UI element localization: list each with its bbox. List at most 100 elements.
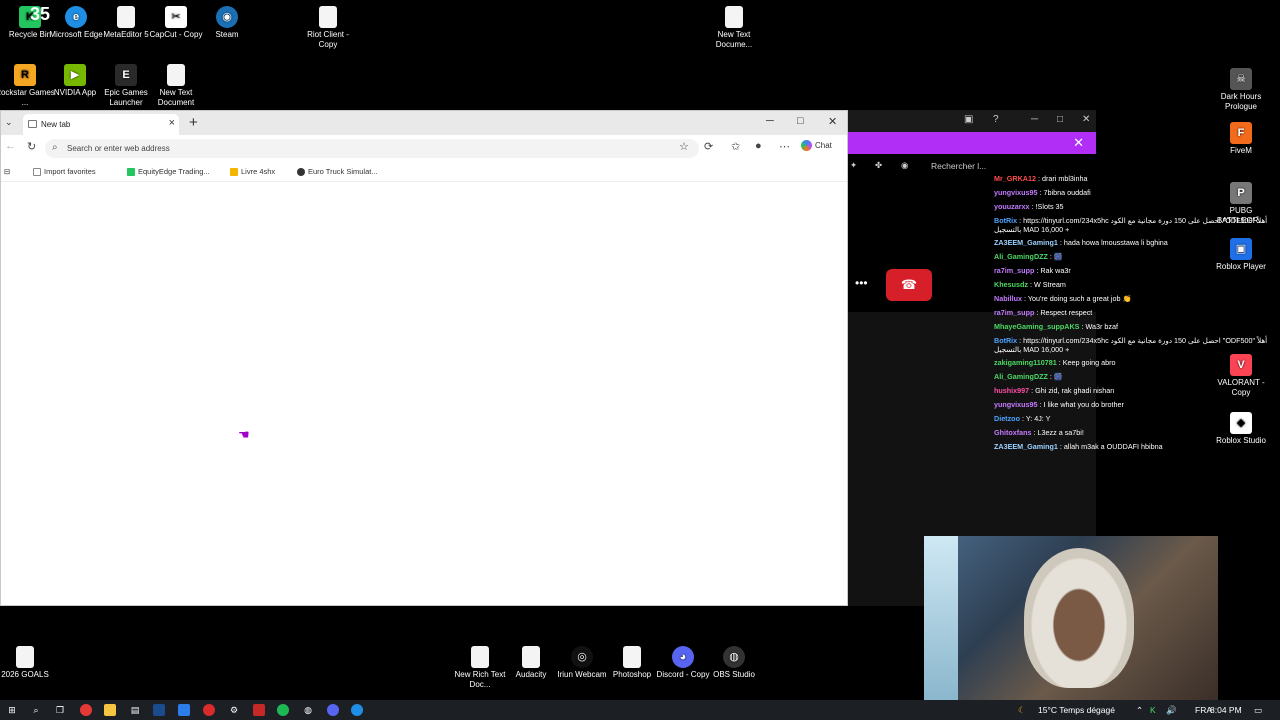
- clock[interactable]: 8:04 PM: [1210, 705, 1242, 715]
- chat-username[interactable]: Ali_GamingDZZ: [994, 372, 1048, 381]
- pin-icon[interactable]: ✦: [850, 160, 857, 171]
- tray-app-icon[interactable]: K: [1150, 705, 1156, 715]
- chrome-icon[interactable]: [80, 704, 92, 716]
- refresh-icon[interactable]: ↻: [27, 140, 36, 153]
- close-icon[interactable]: ✕: [1082, 114, 1090, 125]
- capcut-icon: ✂: [165, 6, 187, 28]
- chat-username[interactable]: zakigaming110781: [994, 358, 1057, 367]
- tab-new-tab[interactable]: New tab ×: [23, 114, 179, 135]
- new-tab-button[interactable]: +: [189, 114, 198, 131]
- close-tab-icon[interactable]: ×: [169, 117, 175, 129]
- maximize-button[interactable]: □: [797, 115, 804, 127]
- help-icon[interactable]: ?: [993, 114, 999, 125]
- chat-username[interactable]: yungvixus95: [994, 400, 1038, 409]
- address-input[interactable]: ⌕ Search or enter web address: [45, 139, 699, 158]
- end-call-button[interactable]: ☎: [886, 269, 932, 301]
- fav-import-favorites[interactable]: Import favorites: [33, 167, 96, 176]
- brave-icon[interactable]: [203, 704, 215, 716]
- tab-bar: ⌄ New tab × + ─ □ ✕: [1, 111, 847, 135]
- copilot-icon: [801, 140, 812, 151]
- chat-username[interactable]: Dietzoo: [994, 414, 1020, 423]
- maximize-icon[interactable]: □: [1057, 114, 1063, 125]
- desktop-icon-riot[interactable]: Riot Client - Copy: [298, 6, 358, 50]
- chat-username[interactable]: MhayeGaming_suppAKS: [994, 322, 1079, 331]
- chat-username[interactable]: youuzarxx: [994, 202, 1030, 211]
- close-window-button[interactable]: ✕: [828, 115, 837, 128]
- chat-username[interactable]: hushix997: [994, 386, 1029, 395]
- hang-up-icon: ☎: [900, 277, 918, 292]
- refresh-extension-icon[interactable]: ⟳: [704, 140, 713, 153]
- chat-username[interactable]: Mr_GRKA12: [994, 174, 1036, 183]
- spotify-icon[interactable]: [277, 704, 289, 716]
- desktop-icon-label: 2026 GOALS: [1, 670, 49, 679]
- desktop-icon-dark-hours[interactable]: ☠ Dark Hours Prologue: [1211, 68, 1271, 112]
- chat-username[interactable]: Ali_GamingDZZ: [994, 252, 1048, 261]
- chat-username[interactable]: BotRix: [994, 216, 1017, 225]
- chat-username[interactable]: Khesusdz: [994, 280, 1028, 289]
- desktop-icon-steam[interactable]: ◉ Steam: [197, 6, 257, 40]
- fav-euro-truck[interactable]: Euro Truck Simulat...: [297, 167, 378, 176]
- desktop-icon-2026-goals[interactable]: 2026 GOALS: [0, 646, 55, 680]
- chat-username[interactable]: ra7im_supp: [994, 266, 1034, 275]
- copilot-chat-button[interactable]: Chat: [801, 140, 832, 151]
- rockstar-icon: R: [14, 64, 36, 86]
- chat-text: 7bibna ouddafi: [1043, 188, 1091, 197]
- search-icon[interactable]: ⌕: [30, 704, 42, 716]
- settings-icon[interactable]: ⚙: [228, 704, 240, 716]
- chat-label: Chat: [815, 141, 832, 150]
- user-icon[interactable]: ◉: [901, 160, 908, 171]
- chat-username[interactable]: BotRix: [994, 336, 1017, 345]
- fav-livre[interactable]: Livre 4shx: [230, 167, 275, 176]
- desktop-icon-new-text-2[interactable]: New Text Document: [146, 64, 206, 108]
- app-red-icon[interactable]: [253, 704, 265, 716]
- chat-username[interactable]: yungvixus95: [994, 188, 1038, 197]
- weather-text[interactable]: 15°C Temps dégagé: [1038, 705, 1115, 715]
- obs-taskbar-icon[interactable]: ◍: [302, 704, 314, 716]
- page-content[interactable]: [1, 183, 847, 605]
- import-icon: [33, 167, 41, 176]
- chat-username[interactable]: Ghitoxfans: [994, 428, 1032, 437]
- tab-actions-chevron-icon[interactable]: ⌄: [5, 117, 13, 128]
- desktop-icon-label: OBS Studio: [713, 670, 755, 679]
- task-view-icon[interactable]: ❐: [54, 704, 66, 716]
- people-icon[interactable]: ✤: [875, 160, 882, 171]
- start-icon[interactable]: ⊞: [6, 704, 18, 716]
- desktop-icon-new-text[interactable]: New Text Docume...: [704, 6, 764, 50]
- chat-username[interactable]: ZA3EEM_Gaming1: [994, 238, 1058, 247]
- more-options-icon[interactable]: •••: [855, 276, 868, 290]
- close-banner-icon[interactable]: ✕: [1073, 135, 1084, 151]
- sidebar-toggle-icon[interactable]: ⊟: [4, 167, 10, 176]
- discord-taskbar-icon[interactable]: [327, 704, 339, 716]
- iriun-webcam-icon: ◎: [571, 646, 593, 668]
- file-explorer-icon[interactable]: [104, 704, 116, 716]
- volume-icon[interactable]: 🔊: [1166, 705, 1177, 716]
- desktop-icon-label: Steam: [215, 30, 239, 39]
- chat-username[interactable]: Nabillux: [994, 294, 1022, 303]
- profile-icon[interactable]: ●: [755, 140, 762, 152]
- desktop-icon-obs[interactable]: ◍ OBS Studio: [704, 646, 764, 680]
- more-menu-icon[interactable]: ⋯: [779, 140, 790, 153]
- favorites-icon[interactable]: ✩: [731, 140, 740, 153]
- person-in-hood: [1024, 548, 1134, 688]
- minimize-button[interactable]: ─: [766, 115, 774, 127]
- show-hidden-icons[interactable]: ⌃: [1136, 705, 1143, 716]
- edge-taskbar-icon[interactable]: [351, 704, 363, 716]
- app-icon[interactable]: [153, 704, 165, 716]
- chat-username[interactable]: ZA3EEM_Gaming1: [994, 442, 1058, 451]
- desktop-icon-fivem[interactable]: F FiveM: [1211, 122, 1271, 156]
- notification-icon[interactable]: ▭: [1254, 705, 1262, 716]
- chat-message: Khesusdz : W Stream: [994, 278, 1274, 292]
- fav-equityedge[interactable]: EquityEdge Trading...: [127, 167, 210, 176]
- minimize-icon[interactable]: ─: [1031, 114, 1038, 125]
- favorite-star-icon[interactable]: ☆: [679, 140, 689, 153]
- chat-message: youuzarxx : !Slots 35: [994, 200, 1274, 214]
- search-label[interactable]: Rechercher l...: [931, 161, 986, 171]
- chat-text: Rak wa3r: [1040, 266, 1071, 275]
- screenshot-icon[interactable]: ▣: [964, 114, 973, 125]
- favorites-bar: ⊟ Import favorites EquityEdge Trading...…: [1, 162, 847, 182]
- back-arrow-icon[interactable]: ←: [5, 140, 16, 152]
- store-icon[interactable]: ▤: [129, 704, 141, 716]
- chat-text: drari mbl3inha: [1041, 174, 1088, 183]
- chat-username[interactable]: ra7im_supp: [994, 308, 1034, 317]
- mail-icon[interactable]: [178, 704, 190, 716]
